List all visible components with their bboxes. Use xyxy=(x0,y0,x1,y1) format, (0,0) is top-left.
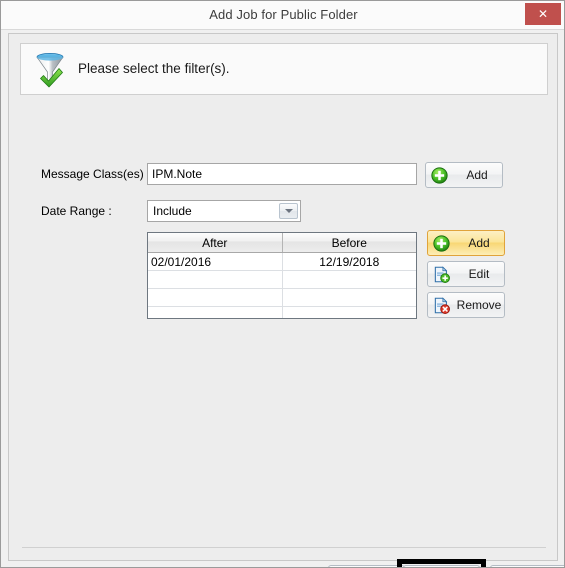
date-range-grid[interactable]: After Before 02/01/2016 12/19/2018 xyxy=(147,232,417,319)
cell-after xyxy=(148,288,283,307)
close-button[interactable]: ✕ xyxy=(525,3,561,25)
date-range-table: After Before 02/01/2016 12/19/2018 xyxy=(148,233,416,318)
table-row[interactable] xyxy=(148,306,416,318)
green-plus-circle-icon xyxy=(431,167,448,184)
date-range-value: Include xyxy=(153,204,192,218)
chevron-down-icon[interactable] xyxy=(279,203,298,219)
message-class-add-button[interactable]: Add xyxy=(425,162,503,188)
column-header-after[interactable]: After xyxy=(148,233,283,253)
footer-separator xyxy=(22,547,546,548)
document-delete-icon xyxy=(434,297,450,314)
cell-before: 12/19/2018 xyxy=(282,252,416,271)
message-class-label: Message Class(es) : xyxy=(41,167,151,181)
dialog-body: Please select the filter(s). Message Cla… xyxy=(8,33,564,567)
button-label: Add xyxy=(468,236,490,250)
close-icon: ✕ xyxy=(537,7,549,21)
cell-before xyxy=(282,288,416,307)
cell-before xyxy=(282,270,416,289)
button-label: Add xyxy=(466,168,488,182)
document-add-icon xyxy=(434,266,450,283)
title-bar: Add Job for Public Folder ✕ xyxy=(1,1,564,30)
table-row[interactable]: 02/01/2016 12/19/2018 xyxy=(148,252,416,271)
table-row[interactable] xyxy=(148,270,416,289)
instruction-text: Please select the filter(s). xyxy=(78,61,230,76)
cell-after: 02/01/2016 xyxy=(148,252,283,271)
button-label: Remove xyxy=(456,298,502,312)
date-range-edit-button[interactable]: Edit xyxy=(427,261,505,287)
cell-after xyxy=(148,270,283,289)
cell-after xyxy=(148,306,283,318)
filter-funnel-icon xyxy=(36,53,64,88)
instruction-panel: Please select the filter(s). xyxy=(20,43,548,95)
column-header-before[interactable]: Before xyxy=(282,233,416,253)
green-plus-circle-icon xyxy=(433,235,450,252)
dialog-window: Add Job for Public Folder ✕ Please selec… xyxy=(0,0,565,568)
message-class-input[interactable] xyxy=(147,163,417,185)
date-range-label: Date Range : xyxy=(41,204,112,218)
button-label: Edit xyxy=(468,267,490,281)
table-header-row: After Before xyxy=(148,233,416,253)
date-range-add-button[interactable]: Add xyxy=(427,230,505,256)
date-range-combobox[interactable]: Include xyxy=(147,200,301,222)
window-title: Add Job for Public Folder xyxy=(209,7,358,22)
date-range-remove-button[interactable]: Remove xyxy=(427,292,505,318)
table-row[interactable] xyxy=(148,288,416,307)
cell-before xyxy=(282,306,416,318)
